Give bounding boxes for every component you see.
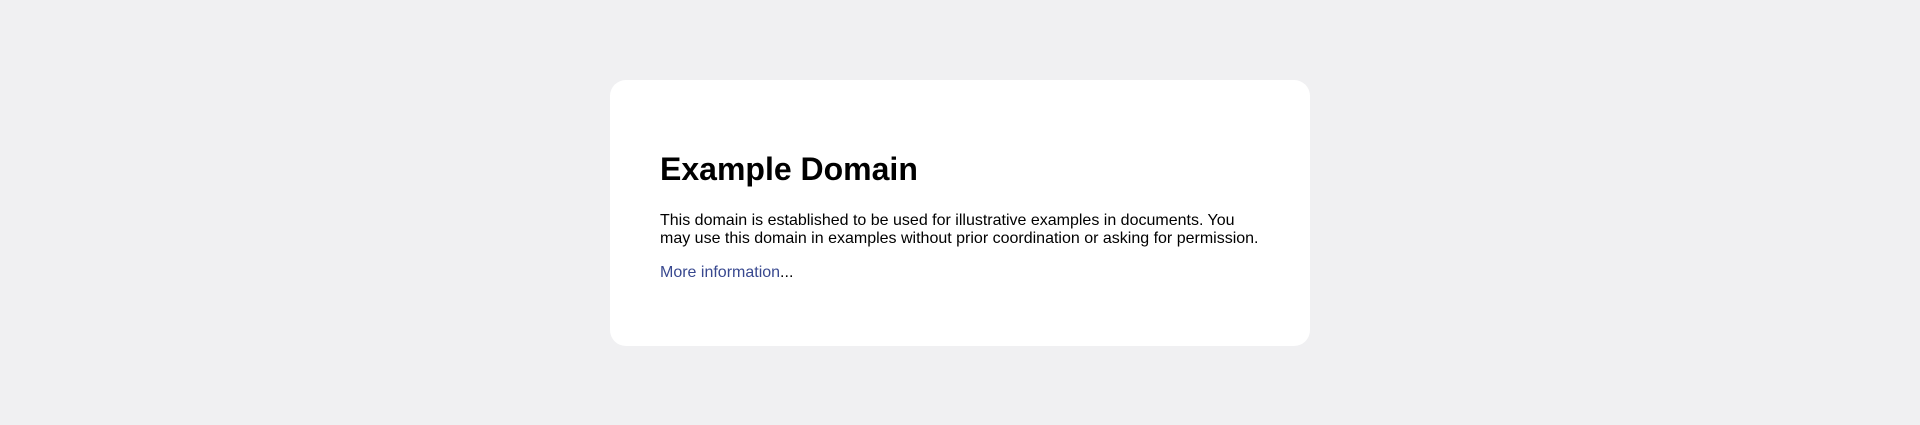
more-information-link[interactable]: More information [660,264,780,281]
description-text: This domain is established to be used fo… [660,212,1259,247]
content-card: Example Domain This domain is establishe… [610,80,1310,346]
more-info-line: More information... [660,264,1260,282]
page-title: Example Domain [660,151,918,187]
link-suffix: ... [780,264,794,281]
